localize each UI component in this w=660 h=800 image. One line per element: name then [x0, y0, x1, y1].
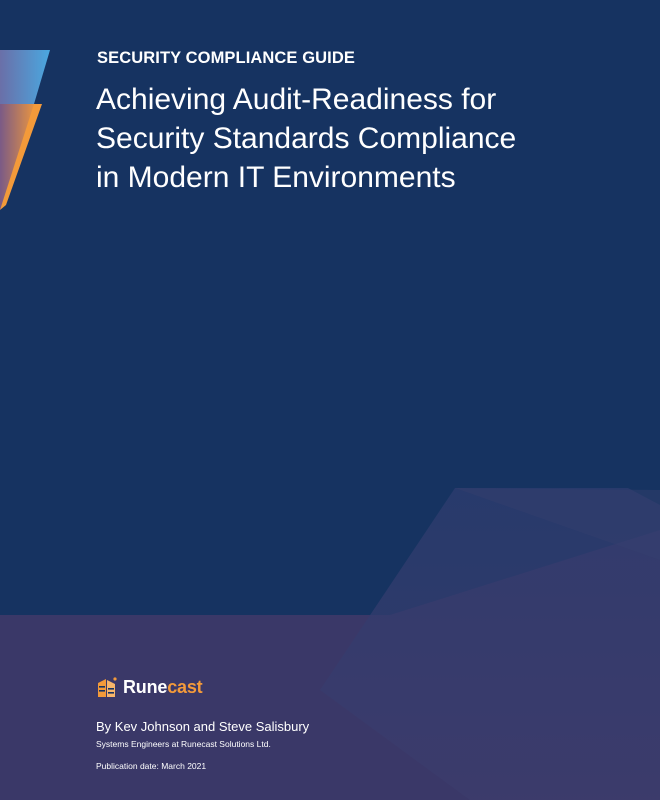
cover-page: SECURITY COMPLIANCE GUIDE Achieving Audi… — [0, 0, 660, 800]
title-line-1: Achieving Audit-Readiness for — [96, 83, 497, 116]
authors: By Kev Johnson and Steve Salisbury — [96, 719, 310, 734]
runecast-logo: Runecast — [96, 676, 203, 698]
title-line-3: in Modern IT Environments — [96, 161, 456, 194]
publication-date: Publication date: March 2021 — [96, 761, 207, 771]
brand-name-part1: Rune — [123, 676, 168, 697]
document-category: SECURITY COMPLIANCE GUIDE — [97, 49, 355, 67]
runecast-logo-icon — [98, 677, 117, 697]
brand-name: Runecast — [123, 676, 203, 698]
brand-name-part2: cast — [167, 676, 203, 697]
title-line-2: Security Standards Compliance — [96, 122, 517, 155]
author-affiliation: Systems Engineers at Runecast Solutions … — [96, 739, 271, 749]
document-title: Achieving Audit-Readiness for Security S… — [96, 80, 576, 197]
blue-stripe-shape — [0, 50, 50, 104]
